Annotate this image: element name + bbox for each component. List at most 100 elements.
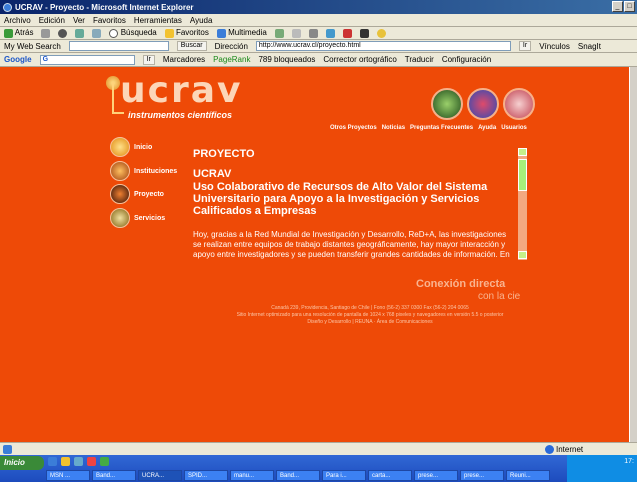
links-label[interactable]: Vínculos	[539, 42, 570, 51]
menu-edicion[interactable]: Edición	[39, 16, 65, 25]
nav-otros-proyectos[interactable]: Otros Proyectos	[330, 125, 377, 131]
google-go-button[interactable]: Ir	[142, 54, 155, 65]
ie-quicklaunch-icon[interactable]	[48, 457, 57, 466]
home-icon[interactable]	[92, 28, 102, 38]
window-title: UCRAV - Proyecto - Microsoft Internet Ex…	[15, 2, 194, 12]
proyecto-icon	[110, 184, 130, 204]
browser-scrollbar[interactable]	[629, 67, 637, 442]
history-icon[interactable]	[274, 28, 284, 38]
task-prese-1[interactable]: prese...	[414, 470, 458, 481]
task-prese-2[interactable]: prese...	[460, 470, 504, 481]
project-heading: UCRAV Uso Colaborativo de Recursos de Al…	[193, 168, 518, 217]
pagerank-indicator[interactable]: PageRank	[213, 55, 250, 64]
task-band-1[interactable]: Band...	[92, 470, 136, 481]
menu-herramientas[interactable]: Herramientas	[134, 16, 182, 25]
stop-icon[interactable]	[58, 28, 68, 38]
nav-noticias[interactable]: Noticias	[382, 125, 405, 131]
mywebsearch-label: My Web Search	[4, 41, 61, 51]
sidebar-item-proyecto[interactable]: Proyecto	[110, 184, 164, 204]
scroll-thumb[interactable]	[518, 159, 527, 191]
top-navigation: Otros Proyectos Noticias Preguntas Frecu…	[330, 125, 527, 131]
zone-label: Internet	[556, 444, 584, 454]
spellcheck-button[interactable]: Corrector ortográfico	[323, 55, 396, 64]
media-quicklaunch-icon[interactable]	[87, 457, 96, 466]
google-config-button[interactable]: Configuración	[442, 55, 491, 64]
back-arrow-icon	[4, 28, 13, 38]
task-manu[interactable]: manu...	[230, 470, 274, 481]
task-carta[interactable]: carta...	[368, 470, 412, 481]
google-search-input[interactable]: G	[39, 54, 135, 65]
address-label: Dirección	[214, 41, 248, 51]
address-input[interactable]: http://www.ucrav.cl/proyecto.html	[255, 41, 511, 51]
scroll-up-button[interactable]	[518, 148, 527, 156]
start-button[interactable]: Inicio	[0, 456, 44, 470]
msn-quicklaunch-icon[interactable]	[100, 457, 109, 466]
desktop-quicklaunch-icon[interactable]	[74, 457, 83, 466]
sidebar-item-instituciones[interactable]: Instituciones	[110, 161, 177, 181]
task-spid[interactable]: SPID...	[184, 470, 228, 481]
globe-icon	[545, 444, 554, 454]
menu-ver[interactable]: Ver	[73, 16, 85, 25]
page-icon	[3, 444, 12, 454]
menu-bar: Archivo Edición Ver Favoritos Herramient…	[0, 14, 637, 27]
scroll-down-button[interactable]	[518, 251, 527, 259]
sidebar-item-servicios[interactable]: Servicios	[110, 208, 165, 228]
servicios-icon	[110, 208, 130, 228]
multimedia-button[interactable]: Multimedia	[216, 28, 267, 38]
menu-ayuda[interactable]: Ayuda	[190, 16, 213, 25]
footer-credits: Diseño y Desarrollo | REUNA · Área de Co…	[307, 319, 433, 325]
conexion-cie[interactable]: con la cie	[478, 291, 520, 302]
task-band-2[interactable]: Band...	[276, 470, 320, 481]
section-title: PROYECTO	[193, 148, 255, 160]
header-images	[431, 88, 535, 120]
nav-usuarios[interactable]: Usuarios	[501, 125, 527, 131]
mail-icon[interactable]	[291, 28, 301, 38]
minimize-button[interactable]: _	[612, 1, 623, 12]
conexion-link[interactable]: Conexión directa	[416, 278, 505, 290]
task-msn[interactable]: MSN ...	[46, 470, 90, 481]
quick-launch	[48, 457, 109, 466]
cells-image-icon	[503, 88, 535, 120]
star-icon	[164, 28, 174, 38]
google-logo[interactable]: Google	[4, 55, 32, 64]
go-button[interactable]: Ir	[518, 41, 532, 51]
media-icon	[216, 28, 226, 38]
task-reuni[interactable]: Reuni...	[506, 470, 550, 481]
favorites-button[interactable]: Favoritos	[164, 28, 209, 38]
task-ucrav[interactable]: UCRA...	[138, 470, 182, 481]
translate-button[interactable]: Traducir	[405, 55, 434, 64]
maximize-button[interactable]: □	[624, 1, 635, 12]
print-icon[interactable]	[308, 28, 318, 38]
window-titlebar: UCRAV - Proyecto - Microsoft Internet Ex…	[0, 0, 637, 14]
inicio-icon	[110, 137, 130, 157]
sidebar-item-label: Instituciones	[134, 167, 178, 175]
snagit-button[interactable]: SnagIt	[578, 42, 601, 51]
menu-favoritos[interactable]: Favoritos	[93, 16, 126, 25]
back-button[interactable]: Atrás	[4, 28, 33, 38]
messenger-icon[interactable]	[342, 28, 352, 38]
nav-preguntas[interactable]: Preguntas Frecuentes	[410, 125, 473, 131]
nav-ayuda[interactable]: Ayuda	[478, 125, 496, 131]
popup-blocked[interactable]: 789 bloqueados	[258, 55, 315, 64]
sidebar-item-inicio[interactable]: Inicio	[110, 137, 152, 157]
logo-text: ucrav	[120, 70, 243, 111]
task-para[interactable]: Para i...	[322, 470, 366, 481]
footer-optimized: Sitio Internet optimizado para una resol…	[236, 312, 504, 318]
smiley-icon[interactable]	[376, 28, 386, 38]
sidebar-item-label: Inicio	[134, 143, 153, 151]
buscar-button[interactable]: Buscar	[176, 41, 207, 51]
toolbar-button-icon[interactable]	[359, 28, 369, 38]
taskbar-items: MSN ... Band... UCRA... SPID... manu... …	[46, 470, 550, 481]
mywebsearch-input[interactable]	[68, 41, 169, 51]
forward-arrow-icon[interactable]	[41, 28, 51, 38]
search-button[interactable]: Búsqueda	[109, 28, 157, 38]
folder-quicklaunch-icon[interactable]	[61, 457, 70, 466]
bookmarks-button[interactable]: Marcadores	[163, 55, 205, 64]
refresh-icon[interactable]	[75, 28, 85, 38]
menu-archivo[interactable]: Archivo	[4, 16, 31, 25]
molecule-image-icon	[467, 88, 499, 120]
clock[interactable]: 17:	[624, 458, 634, 465]
edit-icon[interactable]	[325, 28, 335, 38]
nav-toolbar: Atrás Búsqueda Favoritos Multimedia	[0, 27, 637, 40]
sidebar-item-label: Servicios	[134, 214, 166, 222]
